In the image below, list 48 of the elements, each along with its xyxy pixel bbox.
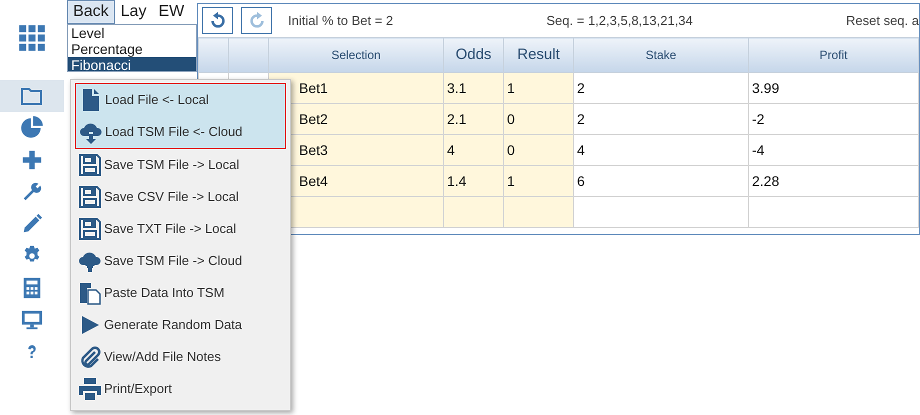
- printer-icon: [78, 377, 102, 401]
- table-cell: 0: [504, 104, 574, 134]
- table-cell: -4: [748, 134, 918, 166]
- toolbar-info: Reset seq. a: [846, 12, 919, 30]
- strategy-option[interactable]: Fibonacci: [68, 57, 196, 71]
- table-cell: 1: [504, 72, 574, 104]
- plus-icon: [21, 149, 44, 171]
- table-cell: 1: [504, 166, 574, 196]
- bet-type-tab[interactable]: EW: [152, 0, 190, 24]
- table-cell: 2.28: [748, 166, 918, 196]
- sidebar-item[interactable]: [0, 80, 64, 112]
- pencil-icon: [21, 213, 44, 235]
- table-cell: 4: [574, 134, 748, 166]
- table-cell: -2: [748, 104, 918, 134]
- table-cell: 2: [574, 104, 748, 134]
- paperclip-icon: [78, 345, 102, 369]
- table-cell: 2.1: [444, 104, 504, 134]
- strategy-option[interactable]: Percentage: [68, 41, 196, 57]
- column-header: Result: [504, 38, 574, 72]
- column-header: Profit: [748, 38, 918, 72]
- table-cell: 4: [444, 134, 504, 166]
- table-cell: 3.1: [444, 72, 504, 104]
- paste-icon: [78, 281, 102, 305]
- grid-icon: [18, 24, 46, 52]
- menu-item[interactable]: Generate Random Data: [75, 309, 286, 341]
- bet-type-tab[interactable]: Back: [67, 0, 115, 24]
- table-cell: 6: [574, 166, 748, 196]
- toolbar-info: Initial % to Bet = 2: [288, 12, 394, 30]
- column-header: Selection: [268, 38, 444, 72]
- menu-item[interactable]: View/Add File Notes: [75, 341, 286, 373]
- menu-item[interactable]: Paste Data Into TSM: [75, 277, 286, 309]
- redo-button[interactable]: [241, 7, 272, 34]
- menu-item[interactable]: Save TSM File -> Cloud: [75, 245, 286, 277]
- undo-button[interactable]: [202, 7, 233, 34]
- monitor-icon: [21, 309, 44, 331]
- table-cell: 0: [504, 134, 574, 166]
- table-cell: 3.99: [748, 72, 918, 104]
- strategy-option[interactable]: Level: [68, 25, 196, 41]
- toolbar-info: Seq. = 1,2,3,5,8,13,21,34: [546, 12, 693, 30]
- bet-type-tab[interactable]: Lay: [114, 0, 152, 24]
- wrench-icon: [21, 181, 44, 203]
- menu-item[interactable]: Print/Export: [75, 373, 286, 405]
- calculator-icon: [21, 277, 44, 299]
- table-cell: 1.4: [444, 166, 504, 196]
- table-cell: 2: [574, 72, 748, 104]
- menu-item[interactable]: Save TXT File -> Local: [75, 213, 286, 245]
- column-header: Stake: [574, 38, 748, 72]
- column-header: Odds: [444, 38, 504, 72]
